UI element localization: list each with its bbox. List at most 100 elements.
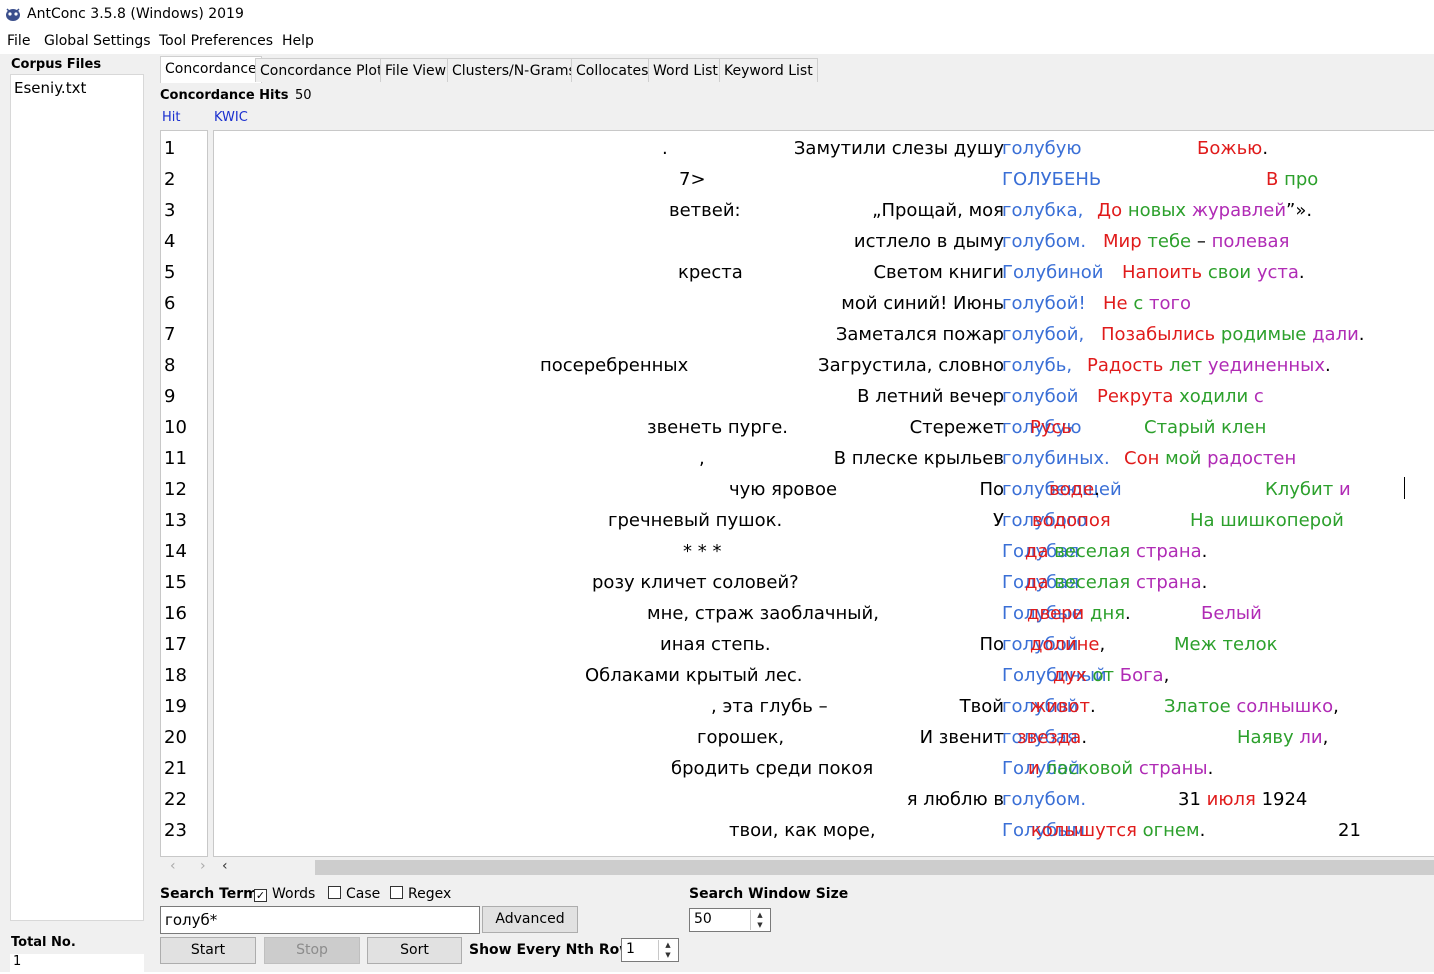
right-context: да веселая страна.	[1025, 542, 1207, 562]
concordance-row[interactable]: * * * Голубая да веселая страна.	[214, 542, 1434, 573]
hit-number: 16	[164, 603, 187, 624]
concordance-row[interactable]: , эта глубь – Твой голубой живот. Златое сол…	[214, 697, 1434, 728]
hit-column-header[interactable]: Hit	[162, 110, 180, 125]
spinner-arrows-icon[interactable]: ▲ ▼	[658, 940, 677, 960]
left-context: иная степь.	[660, 634, 771, 655]
right-context-word: .	[1081, 727, 1088, 748]
right-context-word: уединенных	[1207, 355, 1326, 376]
concordance-row[interactable]: ветвей: „Прощай, моя голубка, До новых жура…	[214, 201, 1434, 232]
right-context-word: ,	[1163, 665, 1170, 686]
search-window-size-value: 50	[694, 911, 712, 927]
concordance-row[interactable]: розу кличет соловей? Голубая да веселая ст…	[214, 573, 1434, 604]
keyword-hit[interactable]: голубка,	[1002, 201, 1083, 221]
right-context-word: 31	[1178, 789, 1201, 810]
keyword-hit[interactable]: голубой!	[1002, 294, 1086, 314]
scroll-left-arrow-icon[interactable]: ‹	[170, 858, 176, 874]
concordance-row[interactable]: мне, страж заоблачный, Голубые двери дня. Б…	[214, 604, 1434, 635]
concordance-row[interactable]: твои, как море, Голубым колышутся огнем. 21	[214, 821, 1434, 852]
right-context: Наяву ли,	[1237, 728, 1328, 748]
regex-checkbox-box[interactable]	[390, 886, 403, 899]
spinner-arrows-icon[interactable]: ▲ ▼	[750, 910, 769, 930]
concordance-row[interactable]: звенеть пурге. Стережет голубую Русь Старый …	[214, 418, 1434, 449]
tab-concordance[interactable]: Concordance	[160, 56, 262, 83]
tab-keyword-list[interactable]: Keyword List	[719, 58, 818, 82]
right-context-word: –	[1191, 231, 1212, 252]
hit-number: 20	[164, 727, 187, 748]
right-context: Клубит и	[1265, 480, 1351, 500]
case-checkbox[interactable]: Case	[328, 886, 380, 902]
kwic-column-header[interactable]: KWIC	[214, 110, 248, 125]
stop-button[interactable]: Stop	[264, 937, 360, 964]
search-window-size-spinner[interactable]: 50 ▲ ▼	[689, 908, 771, 932]
right-context-word: с	[1253, 386, 1264, 407]
case-checkbox-box[interactable]	[328, 886, 341, 899]
concordance-row[interactable]: 7> ГОЛУБЕНЬ В про	[214, 170, 1434, 201]
advanced-button[interactable]: Advanced	[482, 906, 578, 933]
kwic-results-pane[interactable]: . Замутили слезы душу голубую Божью. 7> ГОЛУБ…	[213, 130, 1434, 857]
hit-number-column[interactable]: 1 2 3 4 5 6 7 8 9 10 11 12 13 14 15 16 17 18 19 20 21 22 23	[160, 130, 208, 857]
scroll-right-arrow-icon[interactable]: ›	[200, 858, 206, 874]
concordance-row[interactable]: гречневый пушок. Уголубого водопоя На шишко…	[214, 511, 1434, 542]
right-context: колышутся огнем.	[1031, 821, 1205, 841]
corpus-file-item[interactable]: Eseniy.txt	[14, 79, 86, 97]
scrollbar-thumb[interactable]	[315, 860, 1434, 875]
tab-concordance-plot[interactable]: Concordance Plot	[255, 58, 388, 82]
right-context-word: Радость	[1087, 355, 1164, 376]
tab-file-view[interactable]: File View	[380, 58, 452, 82]
menu-file[interactable]: File	[7, 33, 30, 49]
keyword-hit[interactable]: голубом.	[1002, 790, 1086, 810]
right-context: долине,	[1030, 635, 1105, 655]
concordance-row[interactable]: креста Светом книги Голубиной Напоить свои …	[214, 263, 1434, 294]
concordance-row[interactable]: бродить среди покоя Голубой и ласковой стр…	[214, 759, 1434, 790]
words-checkbox-label: Words	[272, 886, 316, 902]
search-term-input[interactable]	[160, 906, 480, 934]
keyword-hit[interactable]: голубиных.	[1002, 449, 1110, 469]
concordance-row[interactable]: я люблю в голубом. 31 июля 1924	[214, 790, 1434, 821]
right-context-word: .	[1207, 758, 1214, 779]
main-panel: Concordance Concordance Plot File View C…	[156, 54, 1434, 972]
corpus-file-list[interactable]: Eseniy.txt	[10, 74, 144, 921]
right-context-word: Белый	[1201, 603, 1262, 624]
menu-tool-preferences[interactable]: Tool Preferences	[159, 33, 273, 49]
right-context: Радость лет уединенных.	[1087, 356, 1331, 376]
menu-help[interactable]: Help	[282, 33, 314, 49]
sort-button[interactable]: Sort	[367, 937, 462, 964]
concordance-row[interactable]: горошек, И звенит голубая звезда. Наяву ли,	[214, 728, 1434, 759]
start-button[interactable]: Start	[160, 937, 256, 964]
keyword-hit[interactable]: голубой,	[1002, 325, 1084, 345]
concordance-row[interactable]: мой синий! Июнь голубой! Не с того	[214, 294, 1434, 325]
concordance-row[interactable]: истлело в дыму голубом. Мир тебе – полевая	[214, 232, 1434, 263]
menu-global-settings[interactable]: Global Settings	[44, 33, 151, 49]
concordance-row[interactable]: посеребренных Загрустила, словно голубь, Ра…	[214, 356, 1434, 387]
keyword-hit[interactable]: голубой	[1002, 387, 1078, 407]
right-context: двери дня.	[1027, 604, 1131, 624]
keyword-hit[interactable]: голубом.	[1002, 232, 1086, 252]
concordance-row[interactable]: , В плеске крыльев голубиных. Сон мой радос…	[214, 449, 1434, 480]
concordance-hits-label: Concordance Hits	[160, 88, 289, 103]
right-context-word: колышутся	[1031, 820, 1137, 841]
words-checkbox[interactable]: ✓ Words	[254, 886, 315, 902]
concordance-row[interactable]: иная степь. По голубой долине, Меж телок	[214, 635, 1434, 666]
concordance-row[interactable]: В летний вечер голубой Рекрута ходили с	[214, 387, 1434, 418]
tab-clusters-ngrams[interactable]: Clusters/N-Grams	[447, 58, 581, 82]
horizontal-scrollbar[interactable]	[315, 860, 1434, 875]
tab-collocates[interactable]: Collocates	[571, 58, 654, 82]
keyword-hit[interactable]: голубь,	[1002, 356, 1072, 376]
concordance-row[interactable]: Облаками крытый лес. Голубиный дух от Бога…	[214, 666, 1434, 697]
right-context-word: .	[1090, 696, 1096, 717]
keyword-hit[interactable]: ГОЛУБЕНЬ	[1002, 170, 1101, 190]
keyword-hit[interactable]: Голубиной	[1002, 263, 1103, 283]
kwic-scroll-left-arrow-icon[interactable]: ‹	[222, 858, 228, 874]
nth-row-spinner[interactable]: 1 ▲ ▼	[621, 938, 679, 962]
right-context-word: .	[1298, 262, 1305, 283]
keyword-hit[interactable]: голубую	[1002, 139, 1082, 159]
tab-word-list[interactable]: Word List	[648, 58, 723, 82]
concordance-row[interactable]: . Замутили слезы душу голубую Божью.	[214, 139, 1434, 170]
concordance-row[interactable]: Заметался пожар голубой, Позабылись родимы…	[214, 325, 1434, 356]
right-context-word: да	[1025, 541, 1049, 562]
concordance-row[interactable]: чую яровое По голубеющей воде. Клубит и	[214, 480, 1434, 511]
right-context-word: .	[1094, 479, 1100, 500]
hit-number: 3	[164, 200, 176, 221]
words-checkbox-box[interactable]: ✓	[254, 889, 267, 902]
regex-checkbox[interactable]: Regex	[390, 886, 451, 902]
